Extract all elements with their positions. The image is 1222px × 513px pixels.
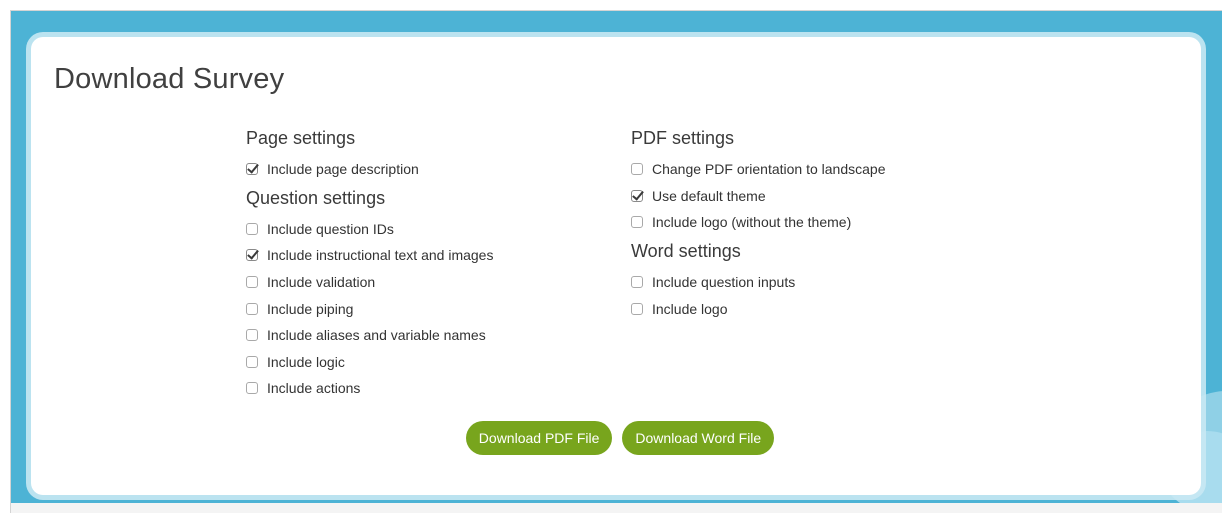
option-label: Include question inputs (652, 274, 796, 291)
option-include-instructional-text[interactable]: Include instructional text and images (246, 242, 493, 269)
option-include-question-ids[interactable]: Include question IDs (246, 216, 493, 243)
option-label: Include page description (267, 161, 419, 178)
option-label: Include logic (267, 353, 345, 370)
download-survey-dialog: Download Survey Page settings Include pa… (31, 37, 1201, 495)
checkbox[interactable] (631, 276, 643, 289)
option-include-logo-without-theme[interactable]: Include logo (without the theme) (631, 209, 885, 236)
option-include-aliases[interactable]: Include aliases and variable names (246, 322, 493, 349)
option-label: Include question IDs (267, 220, 394, 237)
checkbox[interactable] (631, 163, 643, 176)
word-settings-heading: Word settings (631, 240, 741, 261)
option-label: Include aliases and variable names (267, 327, 486, 344)
option-label: Include actions (267, 380, 361, 397)
download-buttons-row: Download PDF File Download Word File (31, 421, 1201, 455)
option-label: Include validation (267, 274, 376, 291)
option-label: Use default theme (652, 187, 766, 204)
option-include-actions[interactable]: Include actions (246, 375, 493, 402)
option-label: Include piping (267, 300, 354, 317)
question-settings-heading: Question settings (246, 187, 386, 208)
option-label: Include logo (without the theme) (652, 214, 852, 231)
checkbox[interactable] (631, 302, 643, 315)
checkbox[interactable] (246, 382, 258, 395)
download-pdf-button[interactable]: Download PDF File (465, 421, 613, 455)
option-include-piping[interactable]: Include piping (246, 295, 493, 322)
option-include-page-description[interactable]: Include page description (246, 156, 493, 183)
checkbox[interactable] (246, 163, 258, 176)
option-include-logo[interactable]: Include logo (631, 295, 885, 322)
checkbox[interactable] (246, 276, 258, 289)
download-word-button[interactable]: Download Word File (622, 421, 775, 455)
dialog-title: Download Survey (54, 63, 285, 95)
checkbox[interactable] (631, 189, 643, 202)
option-label: Include instructional text and images (267, 247, 494, 264)
option-use-default-theme[interactable]: Use default theme (631, 183, 885, 210)
left-settings-column: Page settings Include page description Q… (246, 125, 493, 402)
option-include-validation[interactable]: Include validation (246, 269, 493, 296)
checkbox[interactable] (246, 249, 258, 262)
option-label: Change PDF orientation to landscape (652, 161, 886, 178)
checkbox[interactable] (246, 329, 258, 342)
option-include-logic[interactable]: Include logic (246, 349, 493, 376)
right-settings-column: PDF settings Change PDF orientation to l… (631, 125, 885, 322)
pdf-settings-heading: PDF settings (631, 128, 735, 148)
checkbox[interactable] (246, 302, 258, 315)
checkbox[interactable] (631, 216, 643, 229)
option-pdf-landscape[interactable]: Change PDF orientation to landscape (631, 156, 885, 183)
checkbox[interactable] (246, 222, 258, 235)
option-label: Include logo (652, 300, 728, 317)
page-settings-heading: Page settings (246, 128, 356, 148)
checkbox[interactable] (246, 355, 258, 368)
page-background: Download Survey Page settings Include pa… (10, 10, 1222, 513)
option-include-question-inputs[interactable]: Include question inputs (631, 269, 885, 296)
page-footer-strip (11, 503, 1222, 513)
